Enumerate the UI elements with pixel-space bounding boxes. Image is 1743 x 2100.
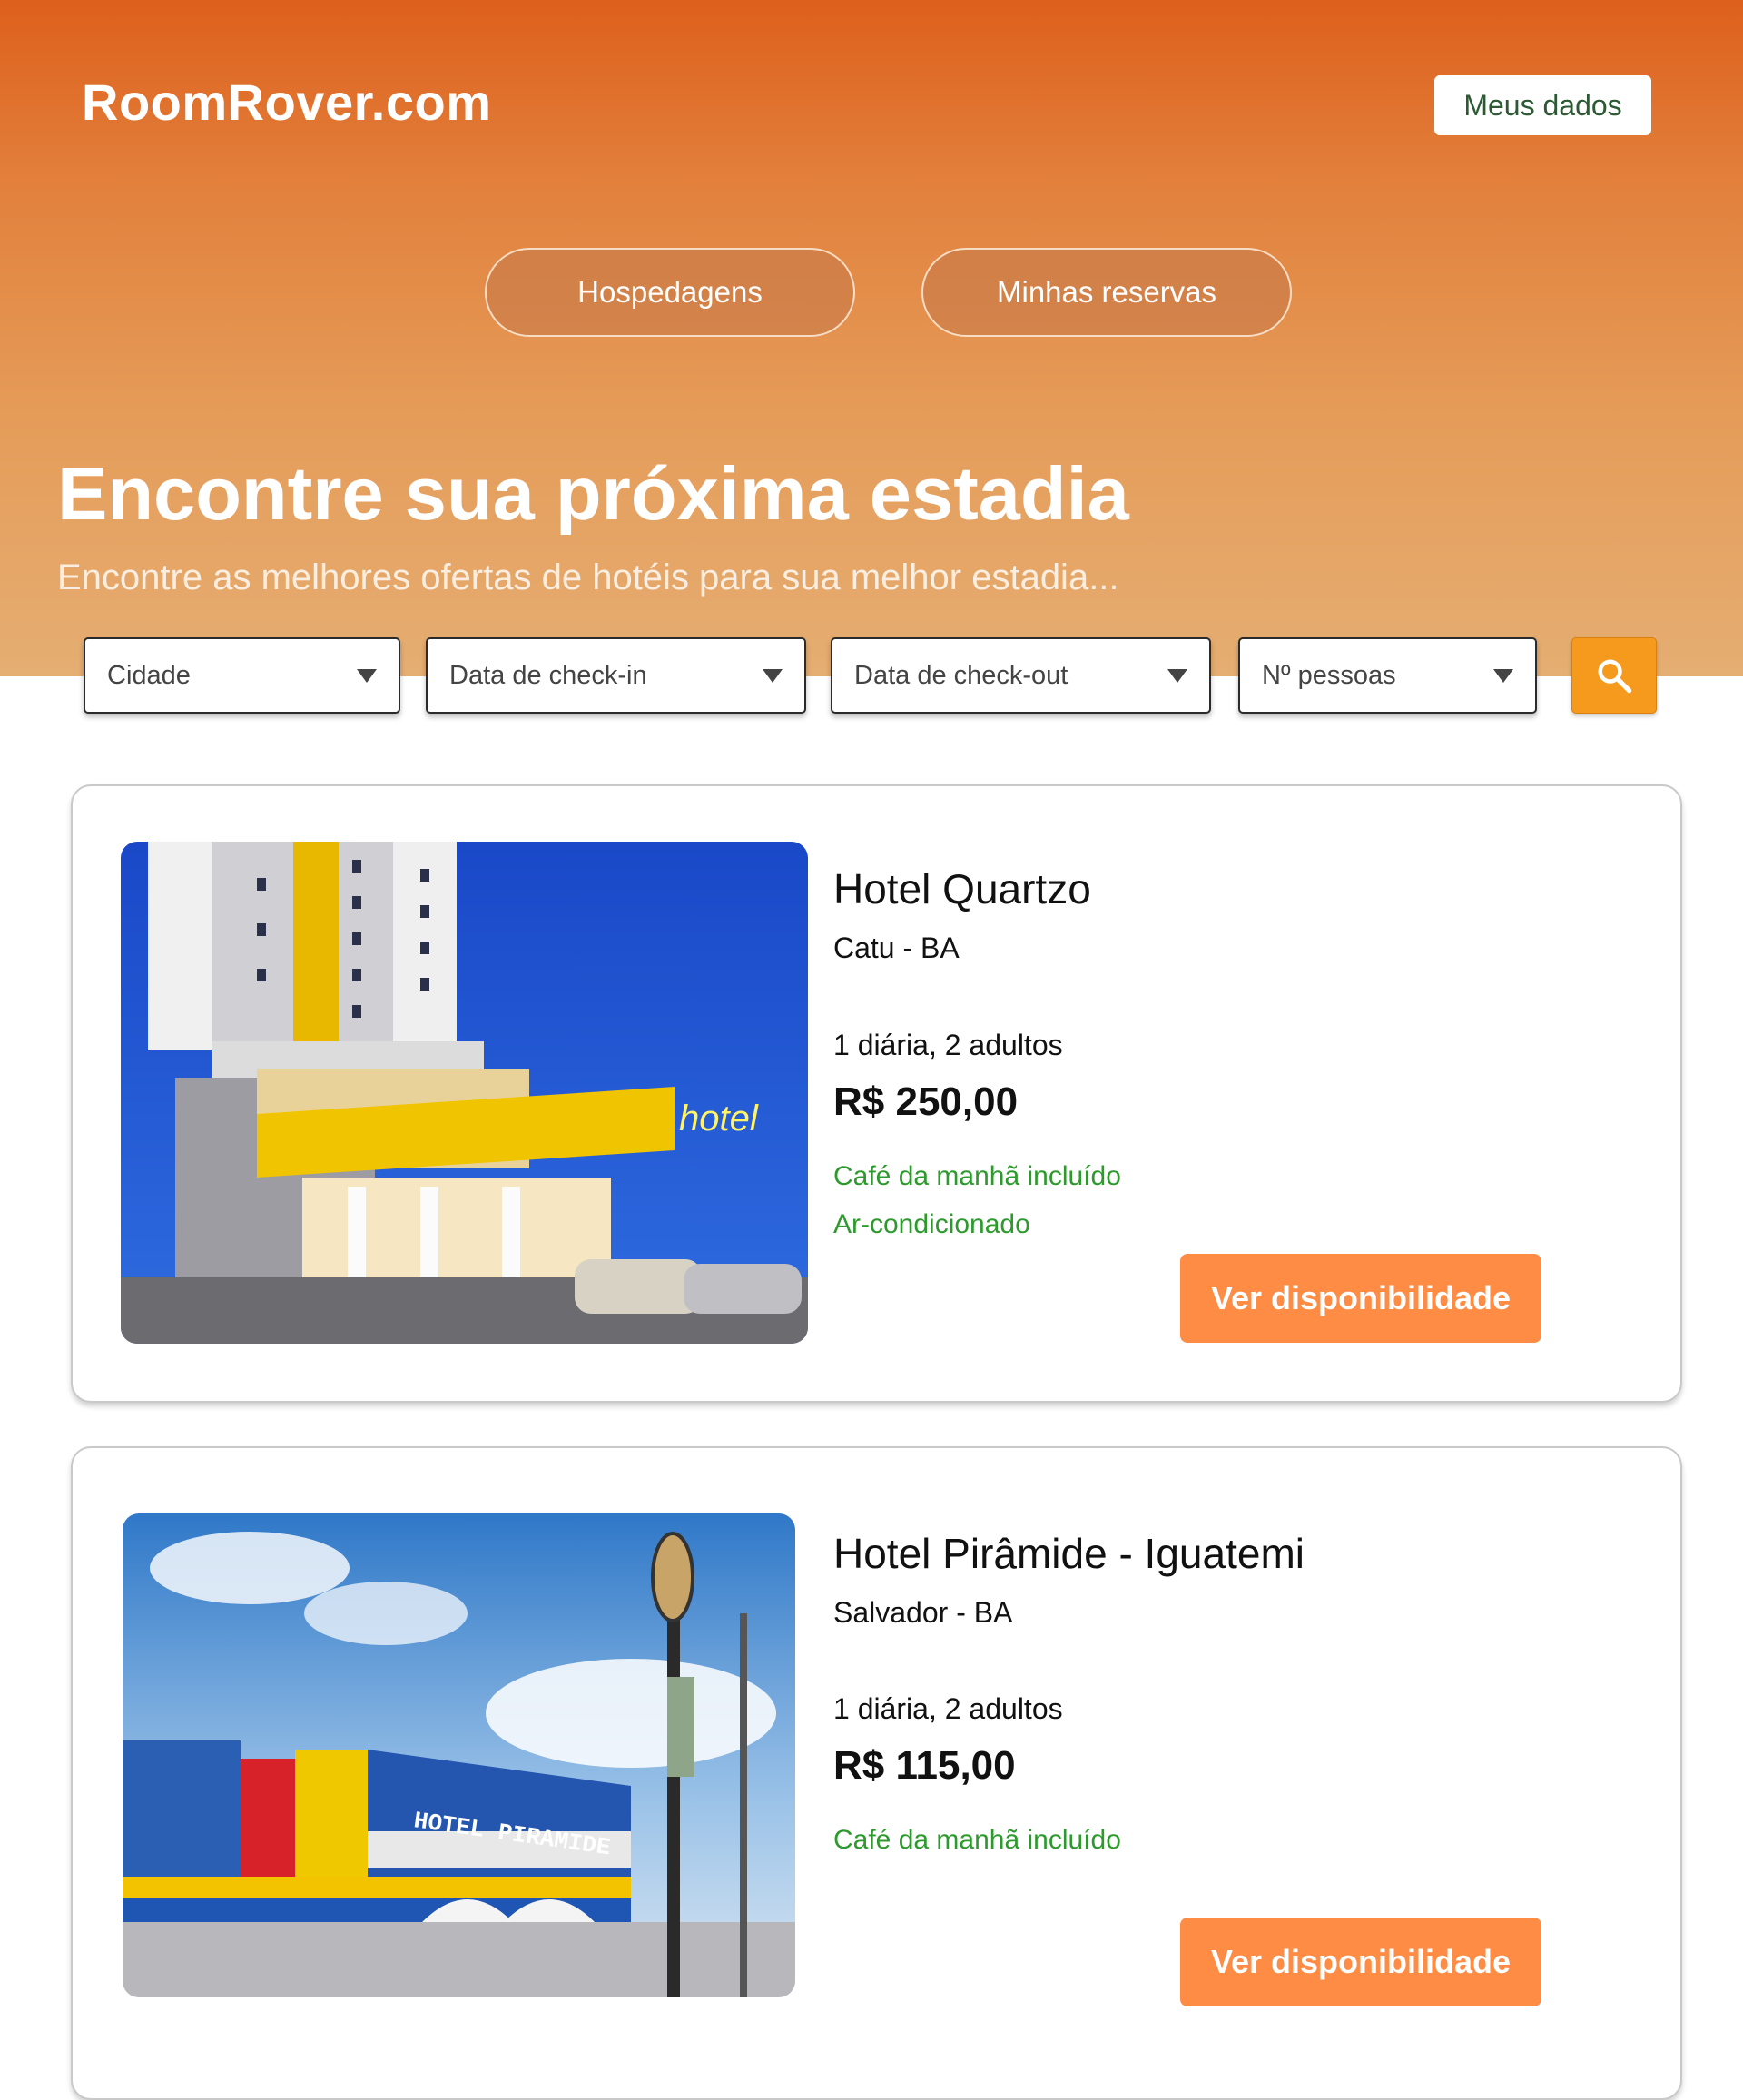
hero-title: Encontre sua próxima estadia (57, 451, 1129, 536)
stay-details: 1 diária, 2 adultos (833, 1692, 1063, 1725)
city-select[interactable]: Cidade (84, 637, 400, 714)
hotel-location: Salvador - BA (833, 1596, 1013, 1629)
search-icon (1598, 659, 1632, 694)
caret-down-icon (763, 668, 783, 683)
caret-down-icon (1493, 668, 1513, 683)
checkin-date-select[interactable]: Data de check-in (426, 637, 806, 714)
hotel-name[interactable]: Hotel Quartzo (833, 864, 1091, 913)
checkout-date-select[interactable]: Data de check-out (831, 637, 1211, 714)
caret-down-icon (357, 668, 377, 683)
search-button[interactable] (1571, 637, 1657, 714)
nav-tab-hospedagens[interactable]: Hospedagens (485, 248, 855, 337)
hero-subtitle: Encontre as melhores ofertas de hotéis p… (57, 557, 1119, 597)
hotel-price: R$ 115,00 (833, 1743, 1016, 1788)
guests-select[interactable]: Nº pessoas (1238, 637, 1537, 714)
check-availability-button[interactable]: Ver disponibilidade (1180, 1254, 1541, 1343)
hotel-photo-image: hotel (121, 842, 808, 1344)
amenity-breakfast: Café da manhã incluído (833, 1825, 1121, 1855)
checkout-select-label: Data de check-out (854, 660, 1068, 690)
nav-tab-minhas-reservas[interactable]: Minhas reservas (921, 248, 1292, 337)
hotel-photo-quartzo[interactable]: hotel (121, 842, 808, 1344)
stay-details: 1 diária, 2 adultos (833, 1029, 1063, 1061)
amenity-air-conditioning: Ar-condicionado (833, 1209, 1030, 1239)
guests-select-label: Nº pessoas (1262, 660, 1396, 690)
checkin-select-label: Data de check-in (449, 660, 647, 690)
hotel-price: R$ 250,00 (833, 1080, 1019, 1124)
city-select-label: Cidade (107, 660, 191, 690)
my-account-button[interactable]: Meus dados (1434, 75, 1651, 135)
hotel-sign-text: hotel (679, 1099, 759, 1139)
site-logo[interactable]: RoomRover.com (82, 73, 492, 132)
caret-down-icon (1167, 668, 1187, 683)
hotel-photo-image: HOTEL PIRAMIDE (123, 1513, 795, 1997)
amenity-breakfast: Café da manhã incluído (833, 1161, 1121, 1191)
check-availability-button[interactable]: Ver disponibilidade (1180, 1918, 1541, 2006)
hotel-location: Catu - BA (833, 932, 960, 964)
hotel-photo-piramide[interactable]: HOTEL PIRAMIDE (123, 1513, 795, 1997)
hotel-name[interactable]: Hotel Pirâmide - Iguatemi (833, 1529, 1305, 1578)
